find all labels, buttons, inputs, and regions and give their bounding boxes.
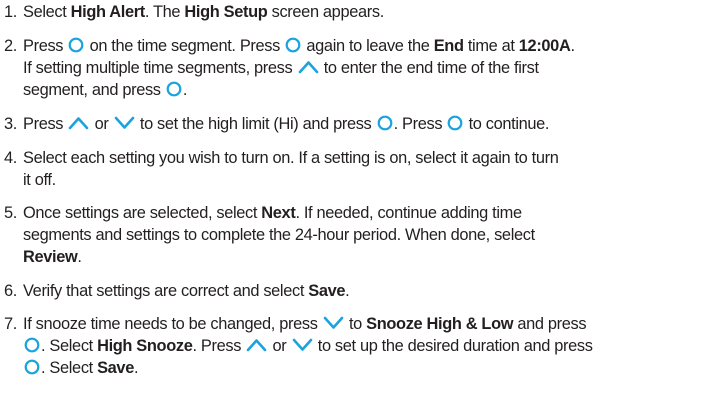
step-text: If snooze time needs to be changed, pres…: [23, 313, 706, 379]
text-run: . Select: [41, 337, 98, 355]
step-number: 6.: [4, 282, 17, 300]
bold-term: Snooze High & Low: [366, 315, 514, 333]
text-run: Verify that settings are correct and sel…: [23, 282, 309, 300]
bold-term: Review: [23, 248, 78, 266]
select-circle-icon: [377, 115, 393, 131]
step-number: 2.: [4, 37, 17, 55]
text-run: . Press: [393, 115, 447, 133]
text-run: If setting multiple time segments, press: [23, 59, 297, 77]
text-run: to: [344, 315, 367, 333]
step-number: 5.: [4, 204, 17, 222]
text-run: .: [570, 37, 575, 55]
step-text: Select each setting you wish to turn on.…: [23, 147, 706, 191]
select-circle-icon: [68, 37, 84, 53]
step-number: 3.: [4, 115, 17, 133]
text-run: it off.: [23, 171, 56, 189]
text-run: to continue.: [464, 115, 550, 133]
text-run: or: [268, 337, 291, 355]
step-text: Press on the time segment. Press again t…: [23, 35, 706, 101]
text-run: . If needed, continue adding time: [295, 204, 522, 222]
step-number: 4.: [4, 149, 17, 167]
select-circle-icon: [24, 337, 40, 353]
text-run: to set up the desired duration and press: [313, 337, 593, 355]
text-run: If snooze time needs to be changed, pres…: [23, 315, 322, 333]
text-run: again to leave the: [302, 37, 434, 55]
step-text: Select High Alert. The High Setup screen…: [23, 1, 706, 23]
bold-term: 12:00A: [518, 37, 571, 55]
text-run: .: [345, 282, 350, 300]
up-arrow-icon: [68, 115, 89, 131]
text-run: screen appears.: [267, 3, 385, 21]
text-run: to enter the end time of the first: [319, 59, 539, 77]
select-circle-icon: [447, 115, 463, 131]
bold-term: Save: [308, 282, 346, 300]
text-run: Select each setting you wish to turn on.…: [23, 149, 559, 167]
down-arrow-icon: [323, 315, 344, 331]
text-run: Press: [23, 115, 68, 133]
bold-term: High Alert: [70, 3, 146, 21]
text-run: . Press: [192, 337, 246, 355]
text-run: .: [77, 248, 82, 266]
up-arrow-icon: [298, 59, 319, 75]
down-arrow-icon: [292, 337, 313, 353]
select-circle-icon: [24, 359, 40, 375]
step-text: Verify that settings are correct and sel…: [23, 280, 706, 302]
text-run: Once settings are selected, select: [23, 204, 262, 222]
text-run: on the time segment. Press: [85, 37, 285, 55]
text-run: .: [182, 81, 188, 99]
step-text: Press or to set the high limit (Hi) and …: [23, 113, 706, 135]
text-run: .: [133, 359, 139, 377]
text-run: Press: [23, 37, 68, 55]
text-run: Select: [23, 3, 71, 21]
step-text: Once settings are selected, select Next.…: [23, 202, 706, 268]
bold-term: High Snooze: [97, 337, 193, 355]
text-run: and press: [513, 315, 587, 333]
text-run: segments and settings to complete the 24…: [23, 226, 535, 244]
select-circle-icon: [285, 37, 301, 53]
step-number: 7.: [4, 315, 17, 333]
text-run: time at: [463, 37, 519, 55]
bold-term: Save: [97, 359, 134, 377]
step-number: 1.: [4, 3, 17, 21]
select-circle-icon: [166, 81, 182, 97]
up-arrow-icon: [246, 337, 267, 353]
down-arrow-icon: [114, 115, 135, 131]
text-run: to set the high limit (Hi) and press: [135, 115, 376, 133]
text-run: . Select: [41, 359, 98, 377]
bold-term: Next: [261, 204, 296, 222]
text-run: . The: [144, 3, 185, 21]
bold-term: End: [433, 37, 464, 55]
bold-term: High Setup: [184, 3, 268, 21]
text-run: or: [90, 115, 113, 133]
text-run: segment, and press: [23, 81, 165, 99]
